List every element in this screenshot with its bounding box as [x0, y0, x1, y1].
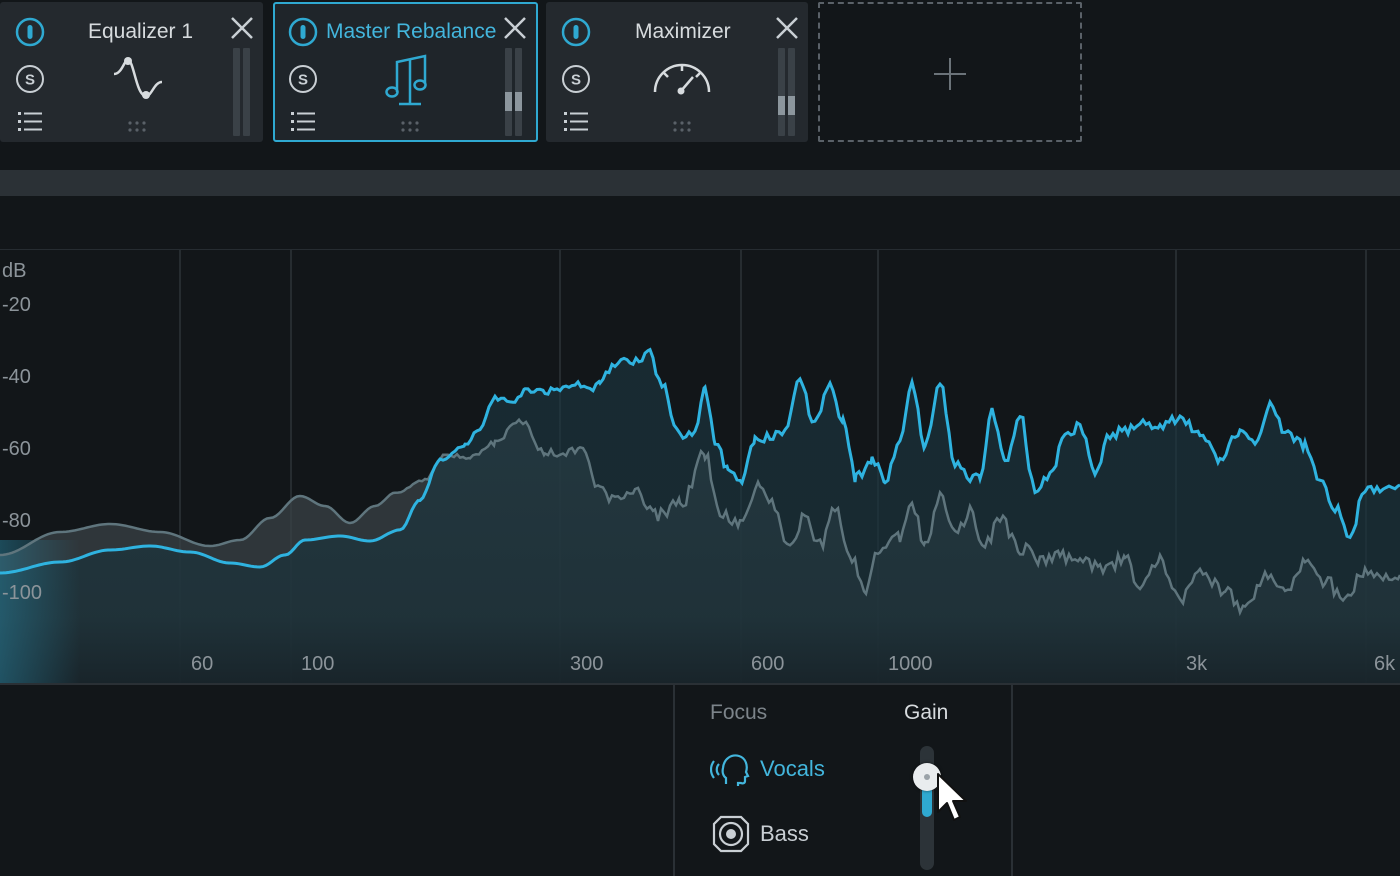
close-icon[interactable] — [228, 14, 256, 42]
meter-level — [788, 96, 795, 115]
module-title: Equalizer 1 — [88, 20, 194, 43]
solo-icon[interactable]: S — [287, 63, 319, 95]
menu-list-icon[interactable] — [560, 106, 592, 138]
gain-header: Gain — [904, 701, 949, 724]
menu-list-icon[interactable] — [287, 106, 319, 138]
focus-option-vocals[interactable]: Vocals — [710, 750, 825, 788]
module-chain: S Equalizer 1 S Master Rebalance S Maxim… — [0, 0, 1400, 150]
freq-tick-label: 6k — [1374, 653, 1396, 675]
close-icon[interactable] — [501, 14, 529, 42]
db-tick-label: -80 — [2, 510, 31, 532]
vocals-head-icon — [710, 754, 750, 786]
module-title: Maximizer — [635, 20, 731, 43]
freq-tick-label: 100 — [301, 653, 335, 675]
level-meter-right — [515, 48, 522, 136]
freq-tick-label: 300 — [570, 653, 604, 675]
db-tick-label: -100 — [2, 582, 43, 604]
module-title: Master Rebalance — [326, 20, 497, 43]
module-maximizer[interactable]: S Maximizer — [546, 2, 808, 142]
mouse-pointer-icon — [937, 773, 967, 821]
freq-tick-label: 600 — [751, 653, 785, 675]
svg-text:S: S — [298, 72, 308, 89]
level-meter-left — [505, 48, 512, 136]
svg-text:S: S — [25, 72, 35, 89]
meter-level — [515, 92, 522, 111]
module-master-rebalance[interactable]: S Master Rebalance — [273, 2, 538, 142]
module-equalizer-1[interactable]: S Equalizer 1 — [0, 2, 263, 142]
level-meter-left — [778, 48, 785, 136]
add-module-slot[interactable] — [818, 2, 1082, 142]
drag-handle-icon[interactable] — [126, 120, 148, 134]
solo-icon[interactable]: S — [560, 63, 592, 95]
focus-header: Focus — [710, 701, 768, 724]
spectrum-analyzer — [0, 250, 1400, 684]
close-icon[interactable] — [773, 14, 801, 42]
freq-tick-label: 1000 — [888, 653, 933, 675]
focus-option-bass[interactable]: Bass — [712, 815, 809, 853]
db-tick-label: -40 — [2, 366, 31, 388]
music-note-icon — [385, 54, 427, 106]
eq-curve-icon — [113, 57, 163, 99]
power-icon[interactable] — [14, 16, 46, 48]
solo-icon[interactable]: S — [14, 63, 46, 95]
gauge-icon — [653, 63, 711, 95]
meter-level — [505, 92, 512, 111]
db-unit-label: dB — [2, 260, 27, 282]
db-tick-label: -60 — [2, 438, 31, 460]
freq-tick-label: 3k — [1186, 653, 1208, 675]
focus-option-label: Vocals — [760, 756, 825, 781]
focus-option-label: Bass — [760, 821, 809, 846]
processed-spectrum-fill — [0, 349, 1400, 684]
freq-tick-label: 60 — [191, 653, 214, 675]
power-icon[interactable] — [560, 16, 592, 48]
level-meter-right — [243, 48, 250, 136]
meter-level — [778, 96, 785, 115]
db-tick-label: -20 — [2, 294, 31, 316]
drag-handle-icon[interactable] — [671, 120, 693, 134]
level-meter-left — [233, 48, 240, 136]
drag-handle-icon[interactable] — [399, 120, 421, 134]
level-meter-right — [788, 48, 795, 136]
horizontal-scrollbar[interactable] — [0, 170, 1400, 196]
speaker-icon — [712, 815, 750, 853]
menu-list-icon[interactable] — [14, 106, 46, 138]
power-icon[interactable] — [287, 16, 319, 48]
plus-icon — [934, 58, 966, 90]
svg-text:S: S — [571, 72, 581, 89]
